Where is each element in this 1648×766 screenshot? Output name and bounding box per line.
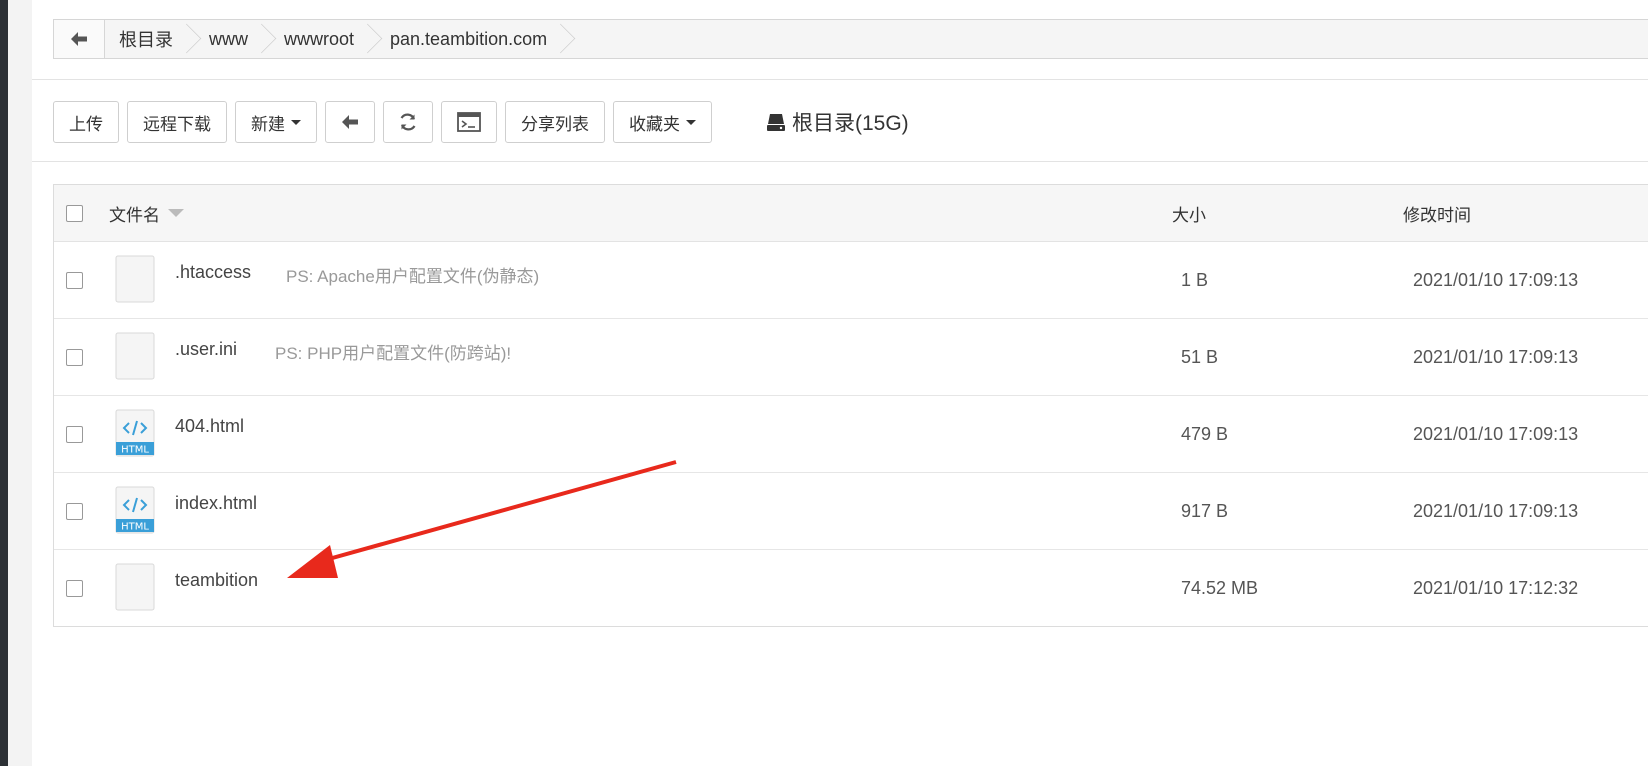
file-modified: 2021/01/10 17:09:13 bbox=[1413, 346, 1579, 367]
file-modified: 2021/01/10 17:09:13 bbox=[1413, 269, 1579, 290]
sort-desc-icon bbox=[168, 209, 184, 217]
new-dropdown-button[interactable]: 新建 bbox=[235, 101, 317, 143]
favorites-button-label: 收藏夹 bbox=[629, 114, 680, 134]
select-all-checkbox[interactable] bbox=[66, 204, 83, 222]
file-size: 74.52 MB bbox=[1181, 577, 1259, 598]
page-gutter bbox=[8, 0, 32, 766]
upload-button[interactable]: 上传 bbox=[53, 101, 119, 143]
divider bbox=[32, 161, 1648, 162]
favorites-dropdown-button[interactable]: 收藏夹 bbox=[613, 101, 712, 143]
file-size: 51 B bbox=[1181, 346, 1219, 367]
caret-down-icon bbox=[291, 119, 301, 125]
breadcrumb-item-wwwroot[interactable]: wwwroot bbox=[270, 20, 376, 58]
html-badge-text: HTML bbox=[121, 445, 149, 456]
remote-download-button[interactable]: 远程下载 bbox=[127, 101, 227, 143]
table-row[interactable]: teambition 74.52 MB 2021/01/10 17:12:32 bbox=[54, 550, 1648, 626]
breadcrumb-back-button[interactable] bbox=[54, 20, 105, 58]
file-name[interactable]: index.html bbox=[175, 493, 257, 514]
file-modified: 2021/01/10 17:09:13 bbox=[1413, 423, 1579, 444]
file-name[interactable]: .htaccess bbox=[175, 262, 251, 283]
caret-down-icon bbox=[686, 119, 696, 125]
column-header-name-label: 文件名 bbox=[109, 205, 160, 225]
file-icon bbox=[115, 255, 155, 303]
refresh-icon bbox=[400, 113, 416, 131]
terminal-button[interactable] bbox=[441, 101, 497, 143]
row-checkbox[interactable] bbox=[66, 348, 83, 366]
breadcrumb: 根目录 www wwwroot pan.teambition.com bbox=[53, 19, 1648, 59]
file-name[interactable]: teambition bbox=[175, 570, 258, 591]
back-button[interactable] bbox=[325, 101, 375, 143]
refresh-button[interactable] bbox=[383, 101, 433, 143]
file-size: 1 B bbox=[1181, 269, 1209, 290]
file-icon bbox=[115, 332, 155, 380]
divider bbox=[32, 79, 1648, 80]
table-row[interactable]: .htaccess PS: Apache用户配置文件(伪静态) 1 B 2021… bbox=[54, 242, 1648, 319]
breadcrumb-item-site[interactable]: pan.teambition.com bbox=[376, 20, 569, 58]
file-name[interactable]: 404.html bbox=[175, 416, 244, 437]
row-checkbox[interactable] bbox=[66, 502, 83, 520]
file-icon bbox=[115, 563, 155, 611]
row-checkbox[interactable] bbox=[66, 425, 83, 443]
html-badge-text: HTML bbox=[121, 522, 149, 533]
table-row[interactable]: HTML index.html 917 B 2021/01/10 17:09:1… bbox=[54, 473, 1648, 550]
arrow-left-icon bbox=[342, 115, 358, 129]
file-table: 文件名 大小 修改时间 .htaccess PS: Apache用户配置文件(伪… bbox=[53, 184, 1648, 627]
html-file-icon: HTML bbox=[115, 409, 155, 457]
disk-indicator: 根目录(15G) bbox=[766, 107, 909, 137]
file-note: PS: Apache用户配置文件(伪静态) bbox=[286, 267, 540, 286]
row-checkbox[interactable] bbox=[66, 271, 83, 289]
column-header-size[interactable]: 大小 bbox=[1172, 201, 1206, 226]
table-row[interactable]: HTML 404.html 479 B 2021/01/10 17:09:13 bbox=[54, 396, 1648, 473]
toolbar: 上传 远程下载 新建 分享列表 收藏夹 根目录(15G) bbox=[53, 100, 909, 144]
file-note: PS: PHP用户配置文件(防跨站)! bbox=[275, 344, 512, 363]
breadcrumb-item-www[interactable]: www bbox=[195, 20, 270, 58]
file-modified: 2021/01/10 17:12:32 bbox=[1413, 577, 1579, 598]
arrow-left-icon bbox=[71, 32, 87, 46]
file-name[interactable]: .user.ini bbox=[175, 339, 237, 360]
row-checkbox[interactable] bbox=[66, 579, 83, 597]
hard-drive-icon bbox=[767, 114, 785, 131]
column-header-modified[interactable]: 修改时间 bbox=[1403, 201, 1471, 226]
table-header: 文件名 大小 修改时间 bbox=[54, 185, 1648, 242]
breadcrumb-item-root[interactable]: 根目录 bbox=[105, 20, 195, 58]
left-sidebar-edge bbox=[0, 0, 8, 766]
html-file-icon: HTML bbox=[115, 486, 155, 534]
table-row[interactable]: .user.ini PS: PHP用户配置文件(防跨站)! 51 B 2021/… bbox=[54, 319, 1648, 396]
share-list-button[interactable]: 分享列表 bbox=[505, 101, 605, 143]
file-size: 479 B bbox=[1181, 423, 1229, 444]
file-modified: 2021/01/10 17:09:13 bbox=[1413, 500, 1579, 521]
terminal-icon bbox=[457, 112, 481, 132]
disk-label: 根目录(15G) bbox=[792, 112, 909, 135]
file-size: 917 B bbox=[1181, 500, 1229, 521]
column-header-name[interactable]: 文件名 bbox=[109, 201, 184, 226]
new-button-label: 新建 bbox=[251, 114, 285, 134]
